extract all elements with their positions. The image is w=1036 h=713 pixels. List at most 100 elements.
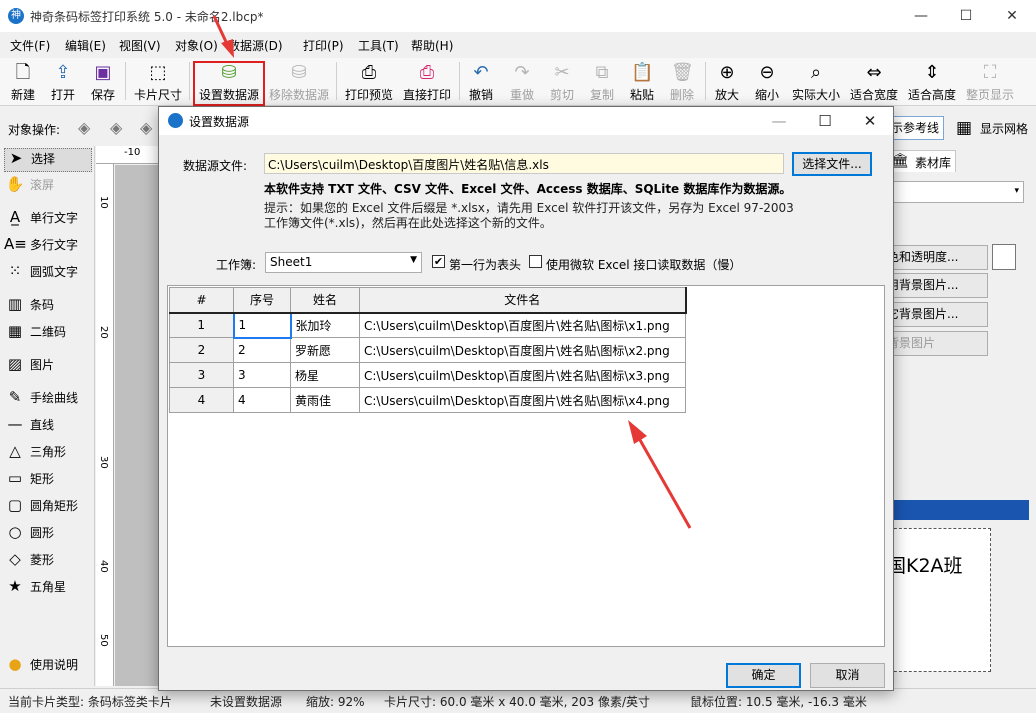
undo-button[interactable]: ↶ 撤销 xyxy=(466,60,496,104)
row-number[interactable]: 2 xyxy=(169,337,234,363)
tool-image[interactable]: ▨ 图片 xyxy=(4,355,92,379)
menu-view[interactable]: 视图(V) xyxy=(119,37,161,54)
tool-circle[interactable]: ○ 圆形 xyxy=(4,523,92,547)
card-size-button[interactable]: ⬚ 卡片尺寸 xyxy=(133,60,183,104)
ruler-vertical: 10 20 30 40 50 xyxy=(96,164,114,686)
tool-arc-text[interactable]: ⁙ 圆弧文字 xyxy=(4,262,92,286)
table-cell[interactable]: 张加玲 xyxy=(290,312,360,338)
column-header[interactable]: 姓名 xyxy=(290,287,360,314)
datasource-path-field[interactable]: C:\Users\cuilm\Desktop\百度图片\姓名贴\信息.xls xyxy=(264,153,784,174)
print-preview-button[interactable]: ⎙ 打印预览 xyxy=(343,60,395,104)
column-header[interactable]: # xyxy=(169,287,234,314)
table-row[interactable]: 1 1 张加玲 C:\Users\cuilm\Desktop\百度图片\姓名贴\… xyxy=(169,311,686,339)
direct-print-button[interactable]: ⎙ 直接打印 xyxy=(401,60,453,104)
layer-down-icon[interactable]: ◈ xyxy=(140,118,152,137)
color-transparency-button[interactable]: 色和透明度... xyxy=(884,245,988,270)
layer-up-icon[interactable]: ◈ xyxy=(110,118,122,137)
table-cell[interactable]: C:\Users\cuilm\Desktop\百度图片\姓名贴\图标\x2.pn… xyxy=(359,337,686,363)
delete-button[interactable]: 🗑 删除 xyxy=(667,60,697,104)
table-cell[interactable]: 4 xyxy=(233,387,291,413)
use-ms-excel-label: 使用微软 Excel 接口读取数据（慢） xyxy=(546,258,742,272)
tool-freehand[interactable]: ✎ 手绘曲线 xyxy=(4,388,92,412)
tool-diamond[interactable]: ◇ 菱形 xyxy=(4,550,92,574)
color-swatch[interactable] xyxy=(992,244,1016,270)
table-cell[interactable]: C:\Users\cuilm\Desktop\百度图片\姓名贴\图标\x3.pn… xyxy=(359,362,686,388)
menu-print[interactable]: 打印(P) xyxy=(303,37,344,54)
dialog-close-button[interactable]: ✕ xyxy=(850,107,890,135)
column-header[interactable]: 序号 xyxy=(233,287,291,314)
property-dropdown[interactable]: ▾ xyxy=(884,181,1024,203)
copy-button[interactable]: ⧉ 复制 xyxy=(587,60,617,104)
save-button[interactable]: ▣ 保存 xyxy=(88,60,118,104)
workbook-select[interactable]: Sheet1 ▼ xyxy=(265,252,422,273)
table-row[interactable]: 4 4 黄雨佳 C:\Users\cuilm\Desktop\百度图片\姓名贴\… xyxy=(169,387,686,413)
tool-star[interactable]: ★ 五角星 xyxy=(4,577,92,601)
table-cell[interactable]: C:\Users\cuilm\Desktop\百度图片\姓名贴\图标\x1.pn… xyxy=(359,312,686,338)
menu-help[interactable]: 帮助(H) xyxy=(411,37,453,54)
tool-barcode[interactable]: ▥ 条码 xyxy=(4,295,92,319)
tool-round-rect[interactable]: ▢ 圆角矩形 xyxy=(4,496,92,520)
maximize-button[interactable]: ☐ xyxy=(943,0,989,32)
table-cell[interactable]: 2 xyxy=(233,337,291,363)
zoom-out-icon: ⊖ xyxy=(759,62,775,83)
barcode-icon: ▥ xyxy=(7,295,23,313)
tool-triangle[interactable]: △ 三角形 xyxy=(4,442,92,466)
first-row-header-checkbox[interactable]: ✔ xyxy=(432,255,445,268)
ok-button[interactable]: 确定 xyxy=(726,663,801,688)
full-page-button[interactable]: ⛶ 整页显示 xyxy=(965,60,1015,104)
tool-scroll[interactable]: ✋ 滚屏 xyxy=(4,175,92,199)
table-cell[interactable]: 3 xyxy=(233,362,291,388)
cut-button[interactable]: ✂ 剪切 xyxy=(547,60,577,104)
open-button[interactable]: ⇪ 打开 xyxy=(48,60,78,104)
menu-file[interactable]: 文件(F) xyxy=(10,37,50,54)
zoom-in-button[interactable]: ⊕ 放大 xyxy=(712,60,742,104)
new-button[interactable]: 🗋 新建 xyxy=(8,60,38,104)
table-cell[interactable]: 罗新愿 xyxy=(290,337,360,363)
dialog-maximize-button[interactable]: ☐ xyxy=(805,107,845,135)
status-bar: 当前卡片类型: 条码标签类卡片 未设置数据源 缩放: 92% 卡片尺寸: 60.… xyxy=(0,688,1036,713)
dialog-minimize-button[interactable]: — xyxy=(759,107,799,135)
menu-object[interactable]: 对象(O) xyxy=(175,37,218,54)
remove-datasource-button[interactable]: ⛁ 移除数据源 xyxy=(267,60,331,104)
table-row[interactable]: 2 2 罗新愿 C:\Users\cuilm\Desktop\百度图片\姓名贴\… xyxy=(169,337,686,363)
tab-material-library[interactable]: 🏛 素材库 xyxy=(884,150,956,172)
column-header[interactable]: 文件名 xyxy=(359,287,687,314)
other-background-image-button[interactable]: 它背景图片... xyxy=(884,302,988,327)
menu-edit[interactable]: 编辑(E) xyxy=(65,37,106,54)
clear-background-image-button[interactable]: 背景图片 xyxy=(884,331,988,356)
paste-button[interactable]: 📋 粘贴 xyxy=(627,60,657,104)
row-number[interactable]: 4 xyxy=(169,387,234,413)
minimize-button[interactable]: — xyxy=(898,0,944,32)
tool-line[interactable]: — 直线 xyxy=(4,415,92,439)
use-ms-excel-checkbox[interactable] xyxy=(529,255,542,268)
row-number[interactable]: 3 xyxy=(169,362,234,388)
table-cell[interactable]: 杨星 xyxy=(290,362,360,388)
tool-multi-text[interactable]: A≡ 多行文字 xyxy=(4,235,92,259)
table-row[interactable]: 3 3 杨星 C:\Users\cuilm\Desktop\百度图片\姓名贴\图… xyxy=(169,362,686,388)
close-button[interactable]: ✕ xyxy=(989,0,1035,32)
design-canvas[interactable] xyxy=(115,165,160,686)
table-cell[interactable]: 1 xyxy=(232,311,292,339)
actual-size-button[interactable]: ⌕ 实际大小 xyxy=(791,60,841,104)
table-cell[interactable]: C:\Users\cuilm\Desktop\百度图片\姓名贴\图标\x4.pn… xyxy=(359,387,686,413)
redo-button[interactable]: ↷ 重做 xyxy=(507,60,537,104)
tool-qrcode[interactable]: ▦ 二维码 xyxy=(4,322,92,346)
tool-rect[interactable]: ▭ 矩形 xyxy=(4,469,92,493)
layers-icon[interactable]: ◈ xyxy=(78,118,90,137)
fit-width-button[interactable]: ⇔ 适合宽度 xyxy=(849,60,899,104)
row-number[interactable]: 1 xyxy=(169,312,234,338)
tool-select[interactable]: ➤ 选择 xyxy=(4,148,92,172)
menu-datasource[interactable]: 数据源(D) xyxy=(228,37,283,54)
cancel-button[interactable]: 取消 xyxy=(810,663,885,688)
tool-single-text[interactable]: A̲ 单行文字 xyxy=(4,208,92,232)
table-cell[interactable]: 黄雨佳 xyxy=(290,387,360,413)
trash-icon: 🗑 xyxy=(671,62,694,83)
show-grid-toggle[interactable]: 显示网格 xyxy=(980,120,1028,137)
menu-tools[interactable]: 工具(T) xyxy=(358,37,399,54)
help-link[interactable]: ● 使用说明 xyxy=(4,655,92,679)
zoom-out-button[interactable]: ⊖ 缩小 xyxy=(752,60,782,104)
workbook-label: 工作簿: xyxy=(216,258,257,272)
use-background-image-button[interactable]: 用背景图片... xyxy=(884,273,988,298)
choose-file-button[interactable]: 选择文件... xyxy=(792,152,872,176)
fit-height-button[interactable]: ⇕ 适合高度 xyxy=(907,60,957,104)
